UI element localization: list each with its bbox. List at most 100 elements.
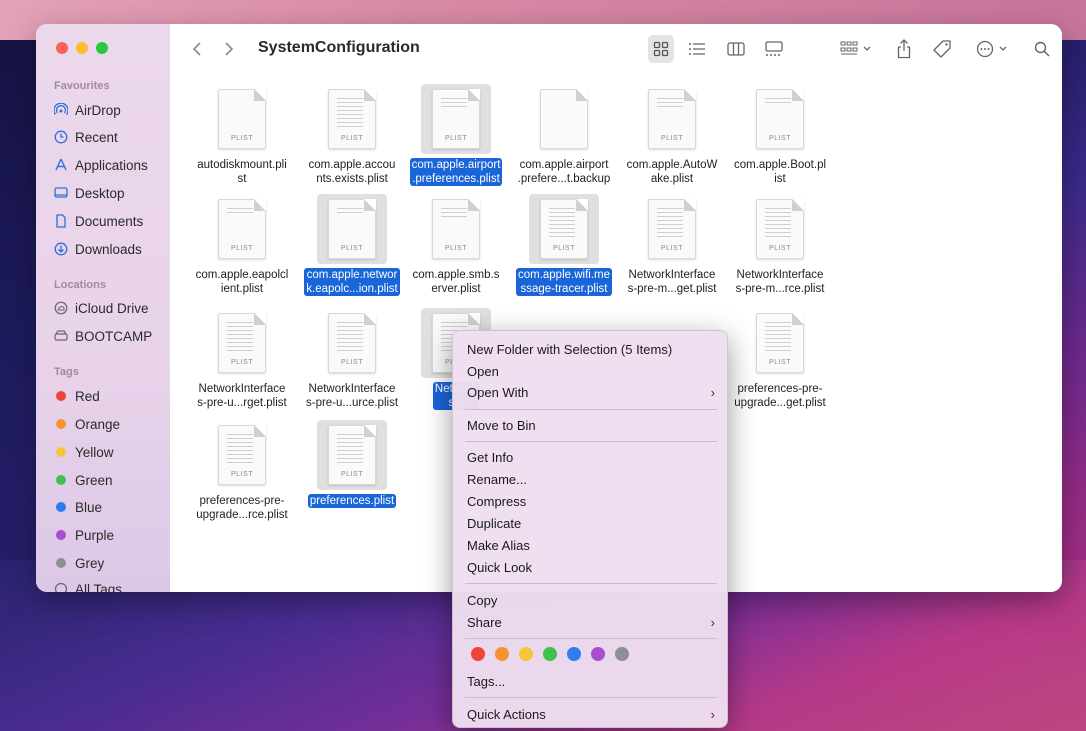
- plist-document-icon: PLIST: [540, 199, 588, 259]
- column-view-button[interactable]: [727, 38, 745, 60]
- file-thumbnail: PLIST: [745, 194, 815, 264]
- file-item[interactable]: PLIST preferences-pre-upgrade...get.plis…: [726, 308, 834, 411]
- yellow-tag-swatch[interactable]: [519, 647, 533, 661]
- file-name: com.apple.eapolcl ient.plist: [195, 269, 289, 295]
- sidebar-item-documents[interactable]: Documents: [54, 211, 143, 231]
- plist-document-icon: PLIST: [328, 313, 376, 373]
- sidebar-item-label: Purple: [75, 527, 115, 543]
- file-item-selected[interactable]: PLIST com.apple.airport .preferences.plis…: [402, 84, 510, 187]
- sidebar-item-applications[interactable]: Applications: [54, 155, 148, 175]
- sidebar-item-desktop[interactable]: Desktop: [54, 183, 125, 203]
- menu-item-open-with[interactable]: Open With ›: [467, 382, 715, 402]
- sidebar-item-label: Green: [75, 472, 113, 488]
- back-button[interactable]: [192, 38, 202, 60]
- sidebar-tag-yellow[interactable]: Yellow: [54, 442, 114, 462]
- file-thumbnail: PLIST: [317, 84, 387, 154]
- grid-icon: [653, 41, 669, 57]
- plist-document-icon: PLIST: [328, 89, 376, 149]
- menu-item-quick-look[interactable]: Quick Look: [467, 557, 715, 577]
- tag-button[interactable]: [932, 38, 952, 60]
- icon-view-button[interactable]: [648, 35, 674, 63]
- sidebar: Favourites AirDrop Recent Applications D…: [36, 24, 170, 592]
- menu-item-quick-actions[interactable]: Quick Actions ›: [467, 704, 715, 724]
- file-item[interactable]: PLIST NetworkInterface s-pre-u...rget.pli…: [188, 308, 296, 411]
- all-tags-icon: [54, 582, 68, 592]
- close-button[interactable]: [56, 42, 68, 54]
- file-item[interactable]: PLIST com.apple.AutoW ake.plist: [618, 84, 726, 187]
- file-item-selected[interactable]: PLIST preferences.plist: [298, 420, 406, 509]
- tag-color-picker: [471, 647, 629, 661]
- menu-item-tags[interactable]: Tags...: [467, 671, 715, 691]
- menu-item-make-alias[interactable]: Make Alias: [467, 535, 715, 555]
- sidebar-item-airdrop[interactable]: AirDrop: [54, 100, 121, 120]
- download-icon: [54, 242, 68, 256]
- file-item-selected[interactable]: PLIST com.apple.networ k.eapolc...ion.pli…: [298, 194, 406, 297]
- grey-tag-swatch[interactable]: [615, 647, 629, 661]
- ellipsis-circle-icon: [976, 40, 994, 58]
- plist-document-icon: PLIST: [432, 199, 480, 259]
- forward-button[interactable]: [224, 38, 234, 60]
- sidebar-tag-red[interactable]: Red: [54, 386, 100, 406]
- yellow-tag-dot: [56, 447, 66, 457]
- file-thumbnail: PLIST: [317, 420, 387, 490]
- file-name: com.apple.smb.s erver.plist: [412, 269, 500, 295]
- list-view-button[interactable]: [688, 38, 706, 60]
- sidebar-tag-purple[interactable]: Purple: [54, 525, 114, 545]
- window-controls: [56, 42, 108, 54]
- file-item[interactable]: PLIST NetworkInterface s-pre-m...get.plis…: [618, 194, 726, 297]
- menu-separator: [465, 409, 717, 410]
- minimize-button[interactable]: [76, 42, 88, 54]
- file-item[interactable]: PLIST preferences-pre-upgrade...rce.plis…: [188, 420, 296, 523]
- purple-tag-dot: [56, 530, 66, 540]
- file-item[interactable]: PLIST com.apple.eapolcl ient.plist: [188, 194, 296, 297]
- gallery-view-button[interactable]: [764, 38, 784, 60]
- file-name: com.apple.airport .preferences.plist: [409, 158, 503, 186]
- menu-item-duplicate[interactable]: Duplicate: [467, 513, 715, 533]
- orange-tag-swatch[interactable]: [495, 647, 509, 661]
- file-item[interactable]: com.apple.airport .prefere...t.backup: [510, 84, 618, 187]
- sidebar-item-recent[interactable]: Recent: [54, 127, 118, 147]
- menu-item-rename[interactable]: Rename...: [467, 469, 715, 489]
- blue-tag-swatch[interactable]: [567, 647, 581, 661]
- toolbar: SystemConfiguration: [170, 24, 1062, 76]
- file-name: preferences-pre-upgrade...rce.plist: [196, 495, 288, 521]
- tags-heading: Tags: [54, 366, 79, 378]
- zoom-button[interactable]: [96, 42, 108, 54]
- file-item[interactable]: PLIST autodiskmount.pli st: [188, 84, 296, 187]
- sidebar-tag-blue[interactable]: Blue: [54, 497, 102, 517]
- menu-item-new-folder-with-selection[interactable]: New Folder with Selection (5 Items): [467, 339, 715, 359]
- menu-item-compress[interactable]: Compress: [467, 491, 715, 511]
- file-item[interactable]: PLIST NetworkInterface s-pre-u...urce.pli…: [298, 308, 406, 411]
- file-item[interactable]: PLIST com.apple.smb.s erver.plist: [402, 194, 510, 297]
- menu-item-open[interactable]: Open: [467, 361, 715, 381]
- sidebar-item-label: All Tags...: [75, 581, 134, 593]
- more-actions-button[interactable]: [976, 38, 1008, 60]
- sidebar-item-downloads[interactable]: Downloads: [54, 239, 142, 259]
- sidebar-item-bootcamp[interactable]: BOOTCAMP: [54, 326, 152, 346]
- file-name: com.apple.AutoW ake.plist: [626, 159, 718, 185]
- sidebar-tag-grey[interactable]: Grey: [54, 553, 104, 573]
- sidebar-tag-green[interactable]: Green: [54, 470, 113, 490]
- file-item-selected[interactable]: PLIST com.apple.wifi.me ssage-tracer.plis…: [510, 194, 618, 297]
- file-item[interactable]: PLIST com.apple.Boot.pl ist: [726, 84, 834, 187]
- red-tag-swatch[interactable]: [471, 647, 485, 661]
- menu-separator: [465, 638, 717, 639]
- menu-item-share[interactable]: Share ›: [467, 612, 715, 632]
- menu-item-move-to-bin[interactable]: Move to Bin: [467, 415, 715, 435]
- sidebar-all-tags[interactable]: All Tags...: [54, 579, 133, 592]
- file-name: autodiskmount.pli st: [197, 159, 287, 185]
- sidebar-item-icloud-drive[interactable]: iCloud Drive: [54, 298, 149, 318]
- search-button[interactable]: [1034, 38, 1050, 60]
- green-tag-swatch[interactable]: [543, 647, 557, 661]
- purple-tag-swatch[interactable]: [591, 647, 605, 661]
- sidebar-tag-orange[interactable]: Orange: [54, 414, 120, 434]
- context-menu: New Folder with Selection (5 Items) Open…: [452, 330, 728, 728]
- file-item[interactable]: PLIST com.apple.accou nts.exists.plist: [298, 84, 406, 187]
- group-by-button[interactable]: [840, 38, 872, 60]
- menu-item-get-info[interactable]: Get Info: [467, 447, 715, 467]
- sidebar-item-label: AirDrop: [75, 102, 121, 118]
- menu-item-copy[interactable]: Copy: [467, 590, 715, 610]
- file-item[interactable]: PLIST NetworkInterface s-pre-m...rce.plis…: [726, 194, 834, 297]
- desktop-icon: [54, 186, 68, 200]
- share-button[interactable]: [896, 38, 912, 60]
